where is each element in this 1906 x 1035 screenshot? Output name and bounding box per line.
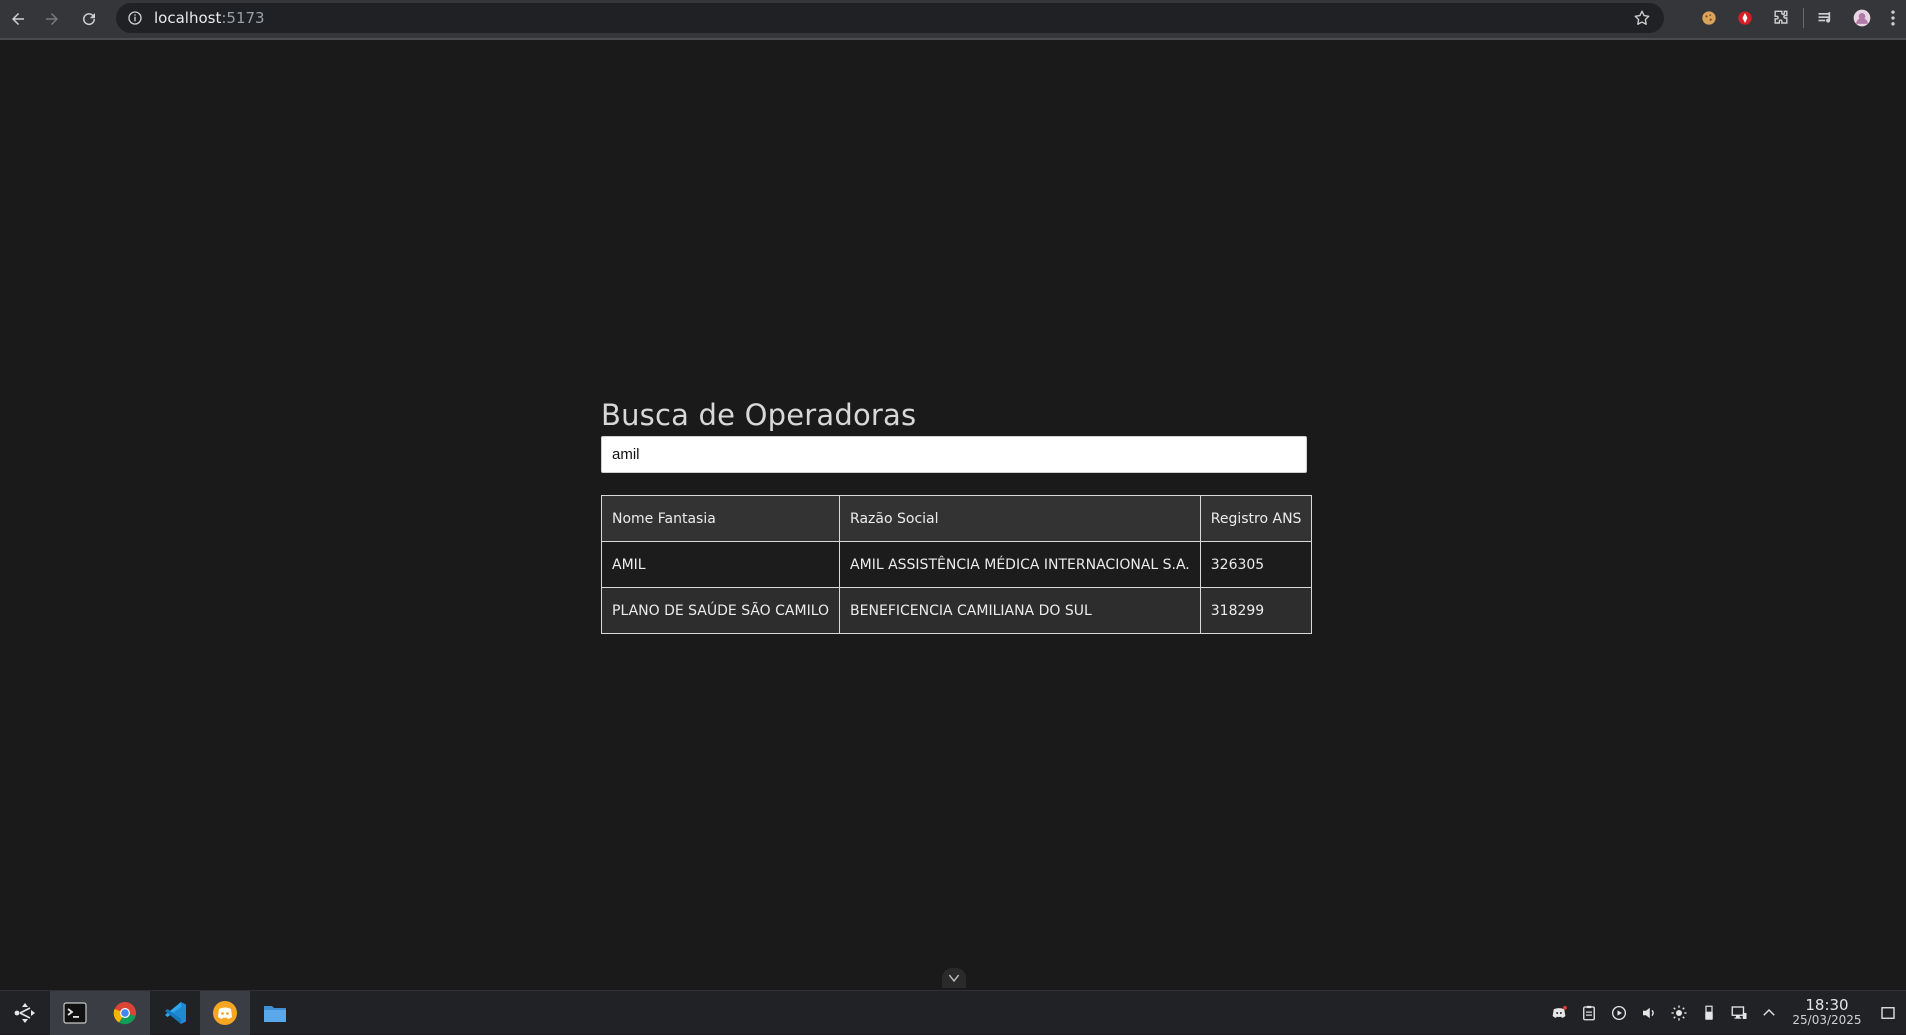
url-text: localhost:5173 [154, 9, 265, 27]
bookmark-star-icon[interactable] [1632, 8, 1652, 28]
terminal-icon[interactable] [50, 990, 100, 1035]
reload-icon [83, 13, 96, 26]
table-row: AMIL AMIL ASSISTÊNCIA MÉDICA INTERNACION… [600, 541, 1313, 588]
clock-time: 18:30 [1805, 996, 1849, 1014]
cell-registro-ans: 318299 [1199, 587, 1313, 634]
extensions-area [1691, 0, 1906, 36]
clipboard-icon[interactable] [1574, 991, 1604, 1035]
brightness-icon[interactable] [1664, 991, 1694, 1035]
arrow-right-icon [46, 13, 58, 25]
scroll-down-chevron-icon[interactable] [942, 968, 966, 988]
site-info-icon[interactable] [126, 9, 144, 27]
search-input[interactable] [601, 436, 1307, 473]
volume-icon[interactable] [1634, 991, 1664, 1035]
taskbar: 18:30 25/03/2025 [0, 990, 1906, 1035]
cell-razao-social: BENEFICENCIA CAMILIANA DO SUL [839, 587, 1201, 634]
system-tray: 18:30 25/03/2025 [1544, 991, 1906, 1035]
extensions-puzzle-icon[interactable] [1763, 0, 1799, 36]
search-panel: Busca de Operadoras Nome Fantasia Razão … [600, 398, 1313, 634]
clock[interactable]: 18:30 25/03/2025 [1784, 991, 1870, 1035]
browser-menu-icon[interactable] [1880, 0, 1906, 36]
cookie-extension-icon[interactable] [1691, 0, 1727, 36]
launcher-icon[interactable] [0, 991, 50, 1035]
vscode-icon[interactable] [150, 991, 200, 1035]
url-port: :5173 [221, 9, 265, 27]
cell-razao-social: AMIL ASSISTÊNCIA MÉDICA INTERNACIONAL S.… [839, 541, 1201, 588]
discord-tray-icon[interactable] [1544, 991, 1574, 1035]
profile-avatar-icon[interactable] [1844, 0, 1880, 36]
page-title: Busca de Operadoras [601, 398, 917, 432]
usb-icon[interactable] [1694, 991, 1724, 1035]
page-viewport: Busca de Operadoras Nome Fantasia Razão … [0, 42, 1906, 990]
results-table: Nome Fantasia Razão Social Registro ANS … [600, 495, 1313, 634]
red-extension-icon[interactable] [1727, 0, 1763, 36]
chrome-icon[interactable] [100, 990, 150, 1035]
column-header-razao-social: Razão Social [839, 495, 1201, 542]
cell-nome-fantasia: AMIL [600, 541, 841, 588]
url-host: localhost [154, 9, 222, 27]
files-icon[interactable] [250, 991, 300, 1035]
cell-registro-ans: 326305 [1199, 541, 1313, 588]
toolbar-separator [1803, 8, 1804, 28]
address-bar[interactable]: localhost:5173 [116, 3, 1664, 33]
browser-toolbar: localhost:5173 [0, 0, 1906, 40]
table-row: PLANO DE SAÚDE SÃO CAMILO BENEFICENCIA C… [600, 587, 1313, 634]
media-controls-icon[interactable] [1808, 0, 1844, 36]
chevron-up-icon[interactable] [1754, 991, 1784, 1035]
media-player-icon[interactable] [1604, 991, 1634, 1035]
show-desktop-icon[interactable] [1870, 991, 1906, 1035]
column-header-registro-ans: Registro ANS [1199, 495, 1313, 542]
arrow-left-icon [12, 13, 24, 25]
reload-button[interactable] [71, 1, 107, 37]
network-icon[interactable] [1724, 991, 1754, 1035]
cell-nome-fantasia: PLANO DE SAÚDE SÃO CAMILO [600, 587, 841, 634]
forward-button[interactable] [34, 1, 70, 37]
discord-icon[interactable] [200, 990, 250, 1035]
table-header-row: Nome Fantasia Razão Social Registro ANS [600, 495, 1313, 542]
clock-date: 25/03/2025 [1792, 1013, 1862, 1027]
column-header-nome-fantasia: Nome Fantasia [600, 495, 841, 542]
back-button[interactable] [0, 1, 36, 37]
